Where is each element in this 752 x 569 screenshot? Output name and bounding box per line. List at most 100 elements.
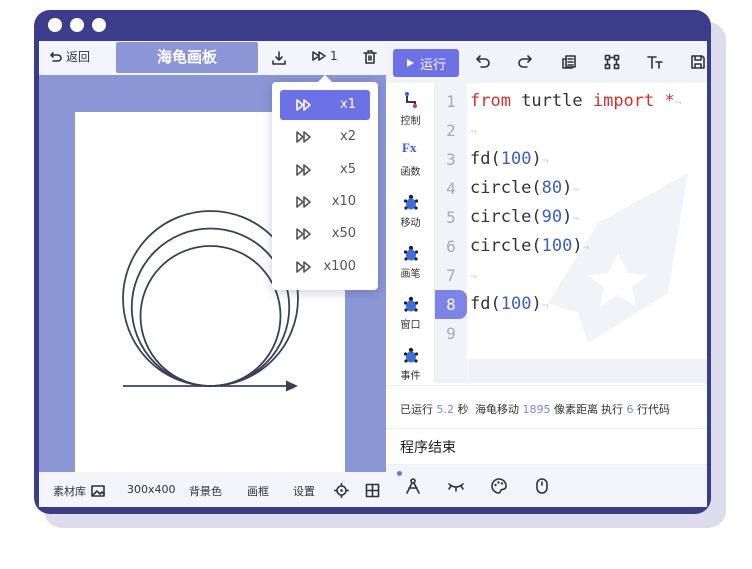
speed-button[interactable]: 1 (311, 49, 338, 63)
canvas-toolbar: 返回 海龟画板 1 (39, 41, 386, 75)
eol-marker: ¬ (470, 125, 477, 138)
canvas-bottom-bar: 素材库 300x400 背景色 画框 设置 (39, 472, 386, 507)
format-icon[interactable] (604, 54, 620, 70)
speed-option-label: x50 (331, 226, 356, 242)
code-paren: ) (572, 236, 583, 256)
code-number: 100 (541, 236, 573, 256)
library-button[interactable]: 素材库 (53, 483, 105, 499)
category-label: 事件 (400, 371, 421, 382)
code-number: 80 (541, 178, 563, 198)
category-control[interactable]: 控制 (386, 83, 435, 134)
code-line: fd(100)¬ (470, 145, 548, 174)
fast-forward-icon (296, 163, 311, 176)
code-paren: ) (531, 294, 542, 314)
grid-icon[interactable] (365, 483, 380, 498)
status-text: 海龟移动 (475, 403, 519, 416)
undo-icon[interactable] (475, 54, 491, 70)
eye-closed-icon[interactable] (447, 477, 465, 495)
line-number: 3 (446, 150, 456, 169)
code-line: circle(80)¬ (470, 174, 579, 203)
category-label: 窗口 (400, 320, 421, 331)
font-size-icon[interactable] (646, 54, 664, 70)
console-output: 程序结束 (386, 428, 707, 465)
code-text: * (654, 91, 675, 111)
move-distance-status: 海龟移动 1895 像素距离 (475, 401, 598, 417)
trash-icon[interactable] (362, 49, 378, 65)
status-value: 5.2 (436, 403, 455, 416)
fast-forward-icon (312, 51, 326, 61)
keyword: import (592, 91, 655, 111)
current-line-highlight (468, 359, 707, 383)
library-label: 素材库 (53, 485, 86, 498)
category-sidebar: 控制 Fx 函数 移动 画笔 窗口 事件 (386, 83, 435, 383)
run-status: 已运行 5.2 秒 海龟移动 1895 像素距离 执行 6 行代码 (386, 385, 707, 428)
palette-icon[interactable] (490, 477, 508, 495)
compass-icon[interactable] (404, 477, 422, 495)
speed-option-x2[interactable]: x2 (280, 122, 370, 152)
speed-option-label: x10 (331, 193, 356, 209)
back-button[interactable]: 返回 (49, 48, 90, 65)
speed-option-x100[interactable]: x100 (280, 252, 370, 282)
run-button[interactable]: 运行 (393, 49, 459, 77)
copy-icon[interactable] (561, 54, 577, 70)
image-icon (91, 485, 105, 497)
category-label: 控制 (400, 116, 421, 127)
code-line: fd(100)¬ (470, 290, 548, 319)
turtle-icon (403, 194, 419, 210)
code-number: 100 (500, 149, 532, 169)
back-label: 返回 (66, 50, 91, 64)
crosshair-icon[interactable] (334, 483, 349, 498)
code-function: fd( (470, 149, 501, 169)
eol-marker: ¬ (572, 183, 580, 196)
settings-button[interactable]: 设置 (293, 483, 315, 499)
exec-lines-status: 执行 6 行代码 (601, 401, 670, 417)
line-number: 5 (446, 208, 456, 227)
frame-button[interactable]: 画框 (247, 483, 269, 499)
line-number: 1 (446, 92, 456, 111)
code-editor[interactable]: from turtle import *¬ ¬ fd(100)¬ circle(… (468, 83, 707, 383)
category-window[interactable]: 窗口 (386, 287, 435, 338)
background-color-button[interactable]: 背景色 (189, 483, 222, 499)
line-number: 7 (446, 266, 456, 285)
code-number: 100 (500, 294, 532, 314)
keyword: from (470, 91, 511, 111)
code-function: circle( (470, 236, 542, 256)
speed-option-x10[interactable]: x10 (280, 187, 370, 217)
code-line: circle(90)¬ (470, 203, 579, 232)
status-text: 秒 (457, 403, 469, 416)
run-label: 运行 (419, 57, 446, 73)
code-function: circle( (470, 207, 542, 227)
speed-option-x1[interactable]: x1 (280, 90, 370, 120)
redo-icon[interactable] (517, 54, 533, 70)
canvas-size-button[interactable]: 300x400 (127, 483, 176, 496)
line-number: 6 (446, 237, 456, 256)
fast-forward-icon (296, 228, 311, 240)
category-pen[interactable]: 画笔 (386, 236, 435, 287)
code-line: ¬ (470, 116, 477, 145)
category-function[interactable]: Fx 函数 (386, 134, 435, 185)
editor-bottom-bar (386, 465, 707, 507)
status-text: 已运行 (400, 403, 433, 416)
status-text: 行代码 (637, 403, 670, 416)
run-time-status: 已运行 5.2 秒 (400, 401, 469, 417)
code-number: 90 (541, 207, 563, 227)
code-paren: ) (562, 178, 573, 198)
mouse-icon[interactable] (533, 477, 551, 495)
speed-option-x5[interactable]: x5 (280, 155, 370, 185)
editor-toolbar: 运行 (386, 41, 707, 83)
save-icon[interactable] (690, 54, 706, 70)
speed-option-x50[interactable]: x50 (280, 219, 370, 249)
line-number: 2 (446, 121, 456, 140)
speed-option-label: x100 (323, 258, 356, 274)
category-label: 画笔 (400, 269, 421, 280)
code-line: circle(100)¬ (470, 232, 589, 261)
window-dot (70, 18, 84, 32)
fast-forward-icon (296, 99, 311, 111)
turtle-icon (403, 245, 419, 261)
status-value: 1895 (522, 403, 551, 416)
console-message: 程序结束 (400, 440, 456, 456)
category-move[interactable]: 移动 (386, 185, 435, 236)
fast-forward-icon (296, 196, 311, 208)
download-icon[interactable] (271, 50, 287, 66)
category-event[interactable]: 事件 (386, 338, 435, 389)
